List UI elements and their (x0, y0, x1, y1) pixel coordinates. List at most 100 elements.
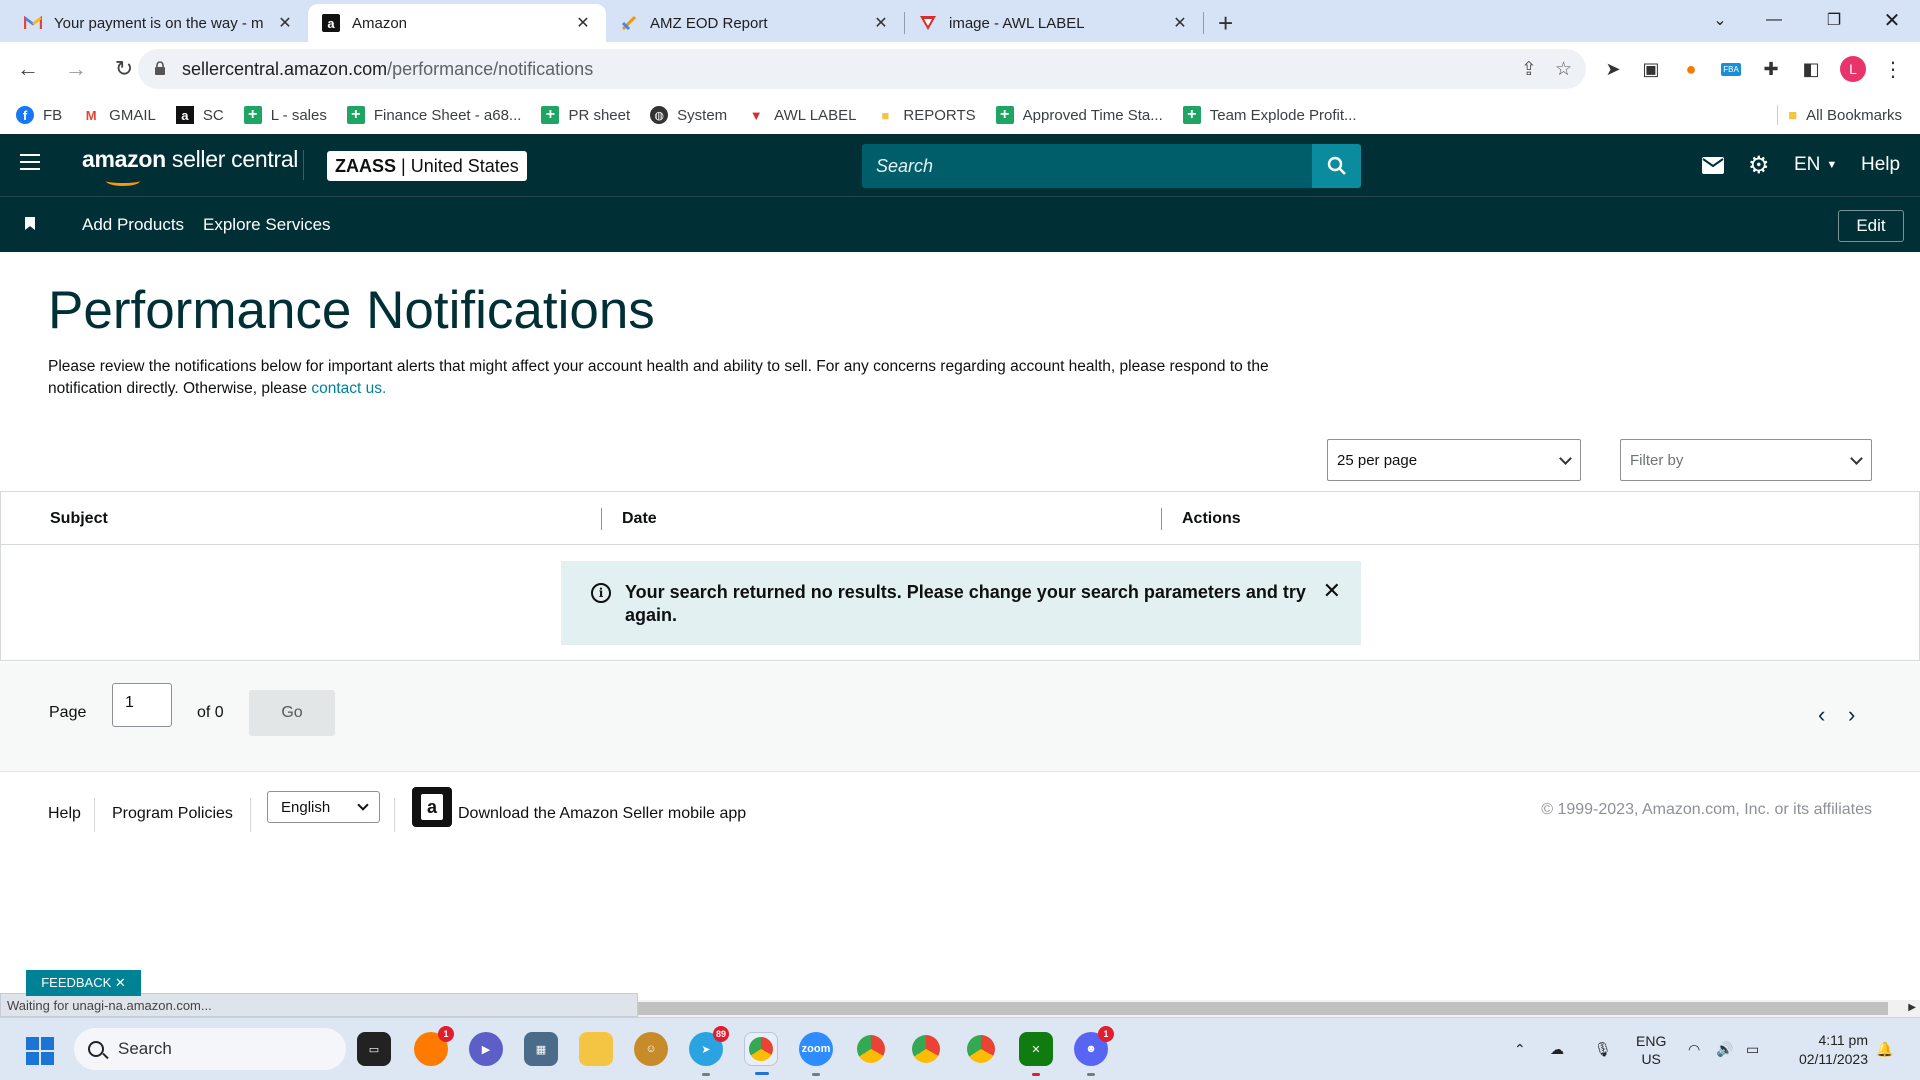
mail-icon[interactable] (1702, 134, 1724, 196)
language-selector[interactable]: EN ▼ (1794, 134, 1837, 196)
footer-help-link[interactable]: Help (48, 805, 81, 823)
telegram-icon[interactable]: ➤ 89 (689, 1026, 729, 1076)
close-icon[interactable]: ✕ (276, 13, 294, 33)
firefox-icon[interactable]: 1 (414, 1026, 454, 1066)
star-icon[interactable]: ☆ (1555, 58, 1572, 81)
chrome-profile-icon[interactable] (854, 1032, 888, 1066)
column-subject[interactable]: Subject (50, 492, 108, 545)
teams-icon[interactable]: ▶ (469, 1032, 503, 1066)
page-number-input[interactable]: 1 (112, 683, 172, 727)
calculator-icon[interactable]: ▦ (524, 1032, 558, 1066)
filter-by-select[interactable]: Filter by (1620, 439, 1872, 481)
next-page-icon[interactable]: › (1848, 702, 1855, 728)
close-icon[interactable]: ✕ (1323, 580, 1341, 602)
bookmark-team-explode[interactable]: + Team Explode Profit... (1182, 106, 1356, 124)
caret-down-icon: ▼ (1826, 159, 1838, 171)
taskbar-search[interactable]: Search (74, 1028, 346, 1070)
chrome-icon[interactable] (744, 1032, 778, 1075)
tab-amz-eod-report[interactable]: AMZ EOD Report ✕ (606, 4, 904, 42)
bookmark-pr-sheet[interactable]: + PR sheet (541, 106, 630, 124)
tab-search-icon[interactable]: ⌄ (1692, 0, 1748, 40)
microphone-icon[interactable]: 🎙 (1594, 1018, 1612, 1080)
bookmark-gmail[interactable]: M GMAIL (82, 106, 156, 124)
close-icon[interactable]: ✕ (1171, 13, 1189, 33)
bookmark-awl-label[interactable]: ▼ AWL LABEL (747, 106, 857, 124)
extensions-puzzle-icon[interactable]: ✚ (1756, 54, 1786, 84)
onedrive-icon[interactable]: ☁ (1550, 1018, 1564, 1080)
bookmark-approved-time[interactable]: + Approved Time Sta... (995, 106, 1163, 124)
zoom-icon[interactable]: zoom (799, 1032, 833, 1076)
notifications-table: Subject Date Actions i Your search retur… (0, 491, 1920, 661)
bookmark-reports[interactable]: ■ REPORTS (876, 106, 975, 124)
extension-firefox-icon[interactable]: ● (1676, 54, 1706, 84)
bookmark-icon[interactable] (25, 217, 35, 230)
tab-gmail[interactable]: Your payment is on the way - m ✕ (10, 4, 308, 42)
extension-camera-icon[interactable]: ▣ (1636, 54, 1666, 84)
nav-add-products[interactable]: Add Products (82, 197, 184, 253)
bookmark-l-sales[interactable]: + L - sales (243, 106, 327, 124)
bookmark-fb[interactable]: f FB (16, 106, 62, 124)
clock[interactable]: 4:11 pm 02/11/2023 (1786, 1018, 1868, 1080)
share-icon[interactable]: ⇪ (1521, 58, 1537, 81)
per-page-select[interactable]: 25 per page (1327, 439, 1581, 481)
address-bar[interactable]: sellercentral.amazon.com/performance/not… (138, 49, 1586, 89)
all-bookmarks-button[interactable]: ■ All Bookmarks (1777, 96, 1902, 134)
scroll-right-icon[interactable]: ▶ (1908, 1002, 1916, 1013)
amazon-smile-icon (106, 176, 140, 186)
nav-explore-services[interactable]: Explore Services (203, 197, 331, 253)
tab-amazon[interactable]: a Amazon ✕ (308, 4, 606, 42)
battery-icon[interactable]: ▭ (1746, 1018, 1759, 1080)
amazon-seller-app-icon[interactable]: a (412, 787, 452, 827)
show-hidden-icons[interactable]: ⌃ (1514, 1018, 1526, 1080)
extension-fba-icon[interactable]: FBA (1716, 54, 1746, 84)
volume-icon[interactable]: 🔊 (1716, 1018, 1733, 1080)
discord-icon[interactable]: ☻ 1 (1074, 1026, 1114, 1076)
new-tab-button[interactable]: + (1218, 4, 1233, 42)
profile-avatar[interactable]: L (1838, 54, 1868, 84)
extension-arrow-icon[interactable]: ➤ (1598, 54, 1628, 84)
bookmark-system[interactable]: ◍ System (650, 106, 727, 124)
settings-gear-icon[interactable]: ⚙ (1748, 134, 1770, 196)
menu-kebab-icon[interactable]: ⋮ (1878, 54, 1908, 84)
page-label: Page (49, 704, 87, 721)
search-button[interactable] (1312, 144, 1361, 188)
close-window-button[interactable]: ✕ (1864, 0, 1920, 40)
sheets-icon: + (243, 106, 262, 124)
restore-button[interactable]: ❐ (1806, 0, 1862, 40)
header-search-input[interactable]: Search (862, 144, 1312, 188)
app-icon[interactable]: ☺ (634, 1032, 668, 1066)
windows-start-icon[interactable] (26, 1037, 54, 1065)
input-language[interactable]: ENG US (1636, 1018, 1666, 1080)
edit-button[interactable]: Edit (1838, 210, 1904, 242)
hamburger-menu-icon[interactable] (20, 154, 40, 172)
program-policies-link[interactable]: Program Policies (112, 805, 233, 823)
footer-language-select[interactable]: English (267, 791, 380, 823)
bookmark-sc[interactable]: a SC (175, 106, 224, 124)
chevron-down-icon (1850, 452, 1863, 465)
store-selector[interactable]: ZAASS | United States (327, 151, 527, 181)
chrome-profile-icon[interactable] (964, 1032, 998, 1066)
back-button[interactable]: ← (8, 49, 48, 89)
tab-awl-label[interactable]: image - AWL LABEL ✕ (905, 4, 1203, 42)
feedback-button[interactable]: FEEDBACK ✕ (26, 970, 141, 996)
chrome-profile-icon[interactable] (909, 1032, 943, 1066)
download-app-link[interactable]: Download the Amazon Seller mobile app (458, 805, 746, 823)
wifi-icon[interactable]: ◠ (1688, 1018, 1700, 1080)
file-explorer-icon[interactable] (579, 1032, 613, 1066)
help-link[interactable]: Help (1861, 134, 1900, 196)
seller-central-logo[interactable]: amazon seller central (82, 146, 298, 186)
previous-page-icon[interactable]: ‹ (1818, 702, 1825, 728)
notification-bell-icon[interactable]: 🔔 (1876, 1018, 1893, 1080)
forward-button[interactable]: → (56, 49, 96, 89)
go-button[interactable]: Go (249, 690, 335, 736)
contact-us-link[interactable]: contact us. (311, 380, 386, 397)
column-date[interactable]: Date (622, 492, 657, 545)
task-view-icon[interactable]: ▭ (357, 1032, 391, 1066)
bookmark-finance-sheet[interactable]: + Finance Sheet - a68... (346, 106, 521, 124)
minimize-button[interactable]: — (1746, 0, 1802, 40)
close-icon[interactable]: ✕ (574, 13, 592, 33)
xbox-icon[interactable]: ✕ (1019, 1032, 1053, 1076)
footer: Help Program Policies English a Download… (0, 772, 1920, 842)
side-panel-icon[interactable]: ◧ (1796, 54, 1826, 84)
close-icon[interactable]: ✕ (872, 13, 890, 33)
